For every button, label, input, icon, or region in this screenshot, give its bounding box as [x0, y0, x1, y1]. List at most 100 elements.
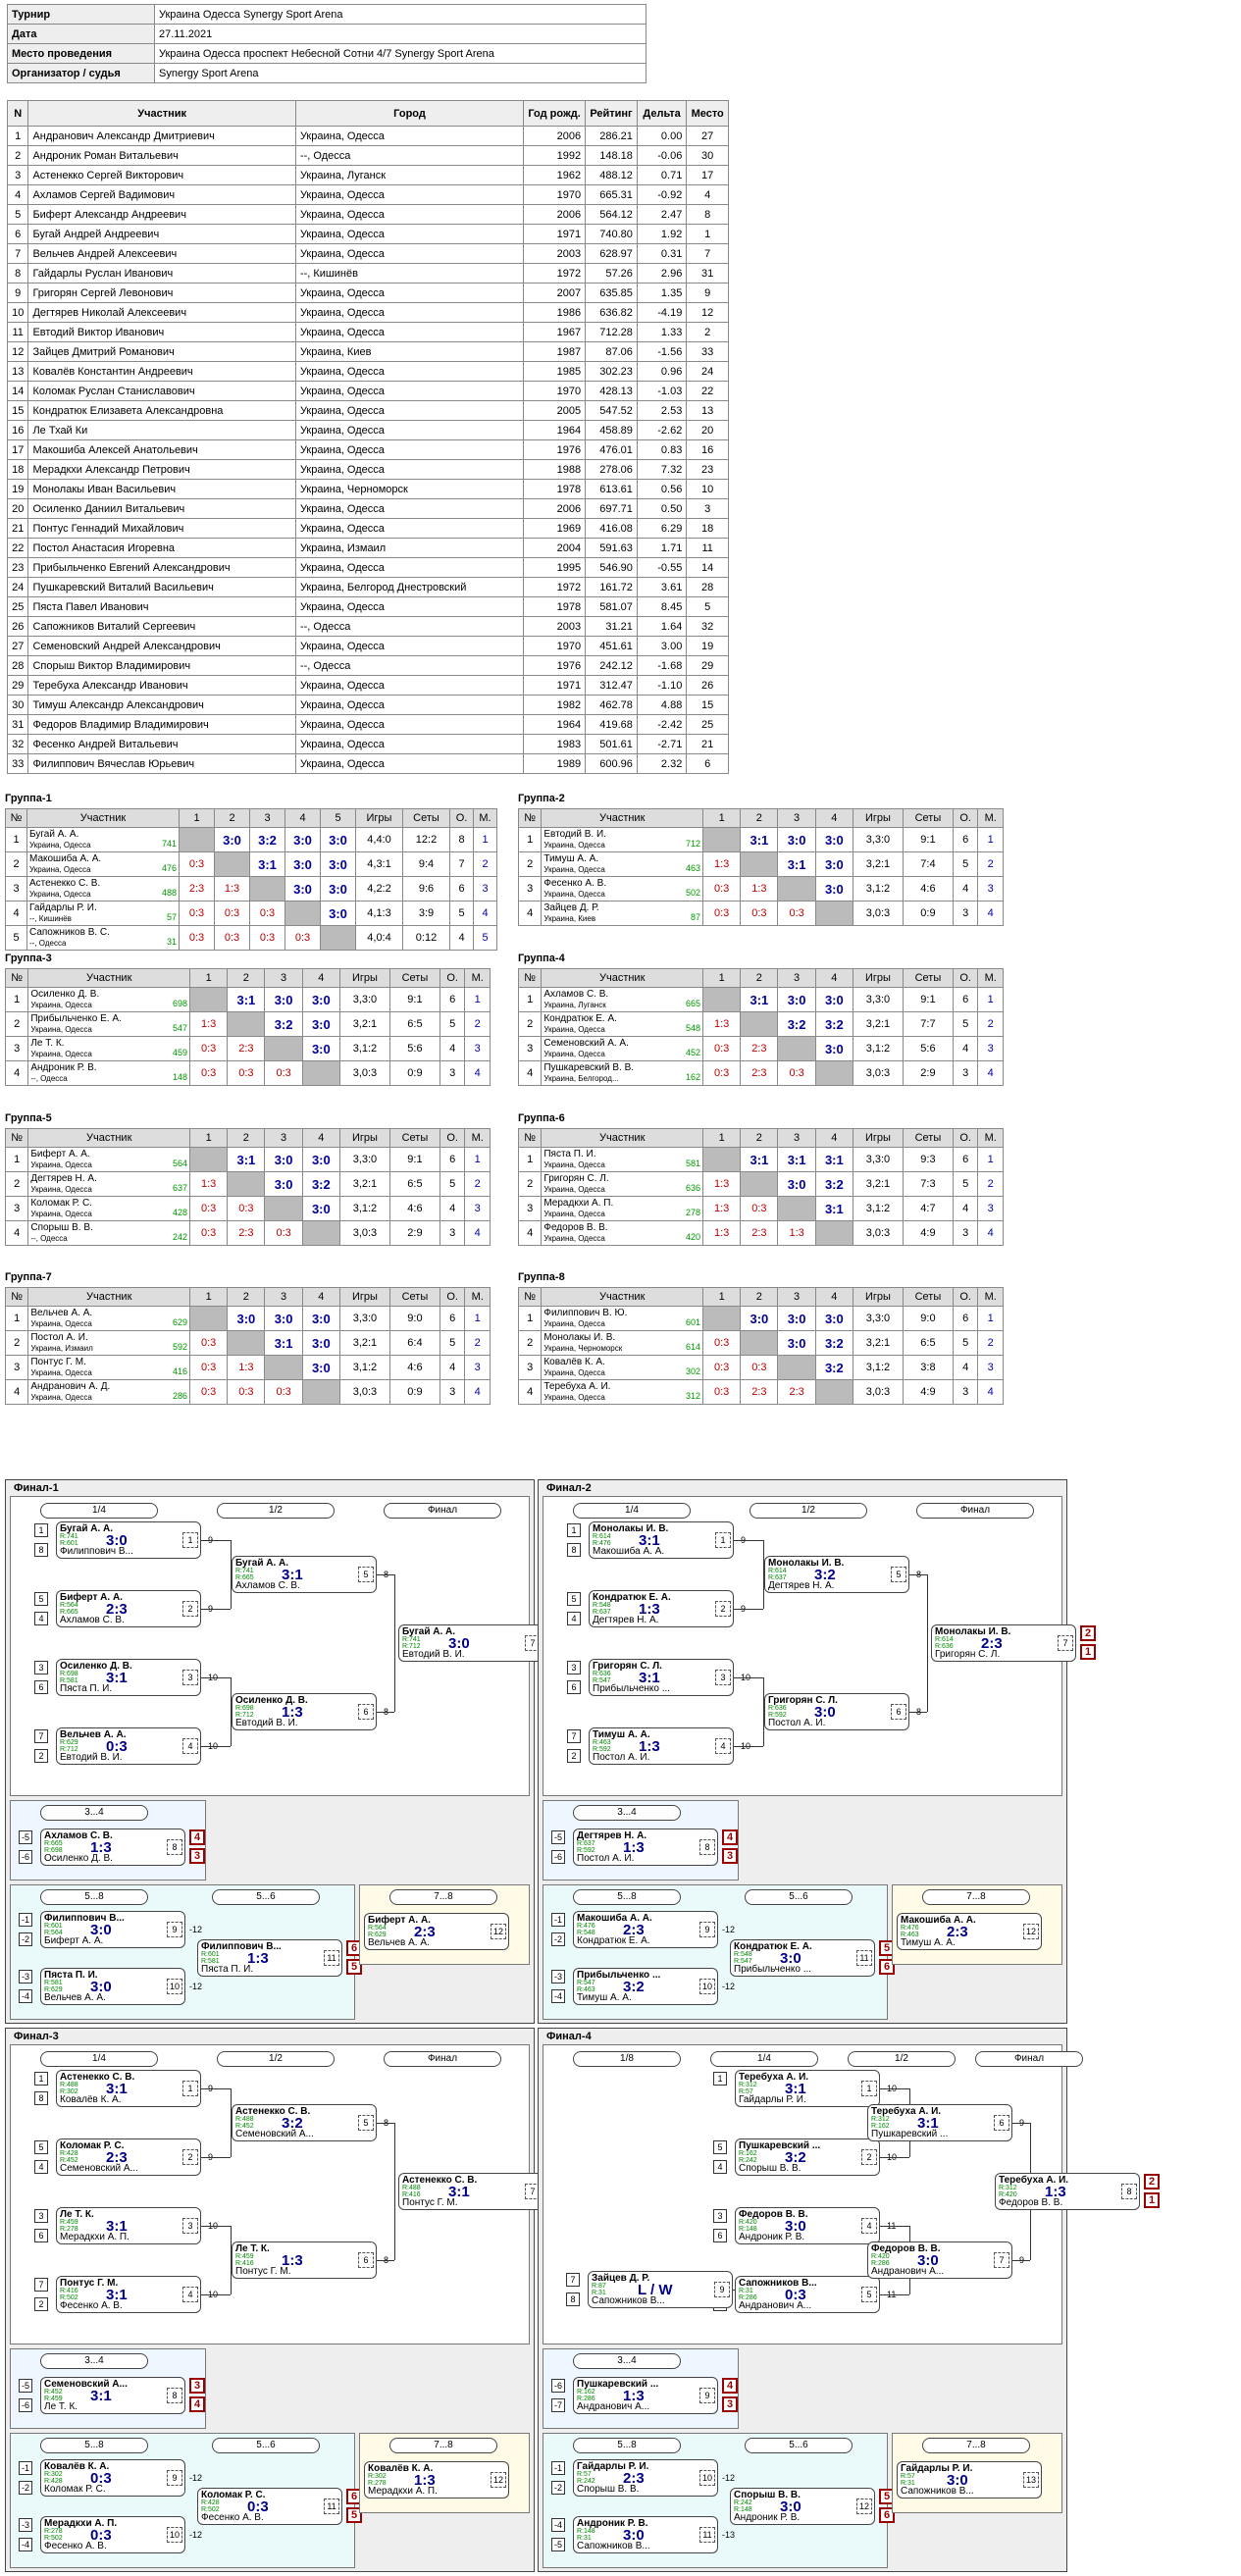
group-cell-self [301, 1220, 340, 1246]
participant-cell: 24 [6, 577, 29, 597]
group-row-number: 3 [517, 1036, 543, 1061]
bracket-match: Прибыльченко ... R:547 R:463 3:2 Тимуш А. А.… [573, 1968, 718, 2005]
participant-cell: -2.42 [636, 714, 688, 735]
group-score-loss: 0:3 [264, 1220, 303, 1246]
group-score-win: 3:0 [301, 1036, 340, 1061]
seed-box: 1 [34, 1523, 48, 1537]
participant-cell: 2003 [523, 616, 587, 637]
group-header-cell: 1 [189, 1128, 229, 1148]
participant-cell: Украина, Одесса [294, 695, 525, 715]
participant-cell: 24 [686, 361, 729, 382]
group-score-win: 3:0 [777, 827, 816, 852]
group-row: 1 Евтодий В. И. Украина, Одесса 712 3:1 3:0 3:… [517, 827, 1004, 852]
participant-cell: 28 [6, 655, 29, 676]
participant-cell: 2.32 [636, 753, 688, 774]
bracket-line [880, 2157, 909, 2158]
group-stat: 0:9 [388, 1060, 440, 1086]
group-stat: 3 [977, 1355, 1004, 1380]
match-rating-1: R:31 [739, 2288, 753, 2294]
player-rating: 463 [685, 863, 701, 873]
participant-row: 14 Коломак Руслан Станиславович Украина, О… [6, 381, 729, 401]
group-score-loss: 0:3 [264, 1060, 303, 1086]
group-header-cell: 3 [264, 968, 303, 988]
group-header-cell: 3 [777, 808, 816, 828]
participant-cell: 636.82 [585, 302, 638, 323]
player-name: Филиппович В. Ю. [543, 1308, 628, 1318]
participant-cell: 9 [686, 283, 729, 303]
group-cell-self [814, 901, 853, 926]
group-row-number: 4 [4, 1220, 29, 1246]
info-value: Synergy Sport Arena [154, 63, 646, 83]
group-table: Группа-7 № Участник 1 2 3 4 Игры Сеты О. М. 1 Вельче… [4, 1271, 491, 1405]
group-stat: 1 [977, 987, 1004, 1012]
participant-cell: Зайцев Дмитрий Романович [27, 341, 296, 362]
group-row: 2 Монолакы И. В. Украина, Черноморск 614 0:3… [517, 1330, 1004, 1356]
bracket-line [201, 2088, 231, 2089]
participant-cell: 1967 [523, 322, 587, 342]
group-header-cell: № [517, 1287, 543, 1307]
participant-cell: 3 [686, 498, 729, 519]
player-city: Украина, Одесса [543, 1185, 605, 1194]
group-score-win: 3:0 [284, 827, 321, 852]
participant-cell: 1 [6, 126, 29, 146]
match-rating-1: R:488 [235, 2116, 254, 2123]
seed-box: -6 [551, 2379, 565, 2393]
group-row: 2 Дегтярев Н. А. Украина, Одесса 637 1:3 3:0 3… [4, 1171, 491, 1197]
participant-cell: 302.23 [585, 361, 638, 382]
round-label: 7...8 [389, 1889, 497, 1905]
seed-box: -7 [551, 2398, 565, 2412]
group-cell-self [264, 1355, 303, 1380]
match-player-2: Федоров В. В. [999, 2197, 1063, 2208]
seed-box: 4 [34, 2160, 48, 2174]
participant-cell: 1.33 [636, 322, 688, 342]
participant-cell: 33 [686, 341, 729, 362]
group-stat: 3,3:0 [338, 987, 390, 1012]
participant-cell: 1983 [523, 734, 587, 754]
bracket-match: Макошиба А. А. R:476 R:548 2:3 Кондратюк Е. … [573, 1911, 718, 1948]
match-player-2: Спорыш В. В. [577, 2484, 640, 2495]
group-stat: 4 [464, 1379, 491, 1405]
group-stat: 3,3:0 [852, 1147, 904, 1172]
player-city: Украина, Одесса [29, 841, 91, 850]
group-cell-self [702, 1147, 742, 1172]
player-city: --, Кишинёв [29, 914, 72, 923]
group-header-cell: О. [439, 1128, 466, 1148]
group-score-win: 3:0 [264, 1306, 303, 1331]
participant-cell: 18 [6, 459, 29, 480]
group-score-win: 3:0 [814, 827, 853, 852]
match-number: 9 [699, 2388, 715, 2403]
match-number: 1 [715, 1532, 731, 1548]
bracket-line [880, 2226, 909, 2227]
group-stat: 4 [977, 1379, 1004, 1405]
participant-cell: Украина, Одесса [294, 126, 525, 146]
group-cell-self [214, 851, 250, 877]
participant-cell: Теребуха Александр Иванович [27, 675, 296, 696]
round-label: Финал [384, 1503, 501, 1519]
group-cell-self [301, 1379, 340, 1405]
group-stat: 9:1 [902, 827, 954, 852]
group-stat: 5 [952, 1011, 979, 1037]
info-value: 27.11.2021 [154, 24, 646, 44]
group-player: Гайдарлы Р. И. --, Кишинёв 57 [26, 901, 180, 926]
participant-cell: Монолакы Иван Васильевич [27, 479, 296, 499]
group-player: Семеновский А. А. Украина, Одесса 452 [541, 1036, 704, 1061]
match-number: 3 [182, 1670, 198, 1685]
group-stat: 4 [977, 1220, 1004, 1246]
group-row-number: 4 [517, 1220, 543, 1246]
group-title: Группа-6 [518, 1112, 565, 1124]
group-stat: 3:8 [902, 1355, 954, 1380]
player-name: Коломак Р. С. [30, 1198, 92, 1209]
group-score-loss: 0:3 [702, 1036, 742, 1061]
participant-cell: Биферт Александр Андреевич [27, 204, 296, 225]
match-number: 7 [1058, 1635, 1073, 1651]
player-city: Украина, Измаил [30, 1344, 93, 1353]
round-label: 1/4 [573, 1503, 691, 1519]
group-row: 2 Григорян С. Л. Украина, Одесса 636 1:3 3:0 3… [517, 1171, 1004, 1197]
player-name: Макошиба А. А. [29, 853, 102, 864]
match-rating-1: R:564 [368, 1925, 387, 1932]
bracket-match: Федоров В. В. R:420 R:286 3:0 Андранович А..… [867, 2241, 1012, 2279]
group-player: Тимуш А. А. Украина, Одесса 463 [541, 851, 704, 877]
participant-cell: 312.47 [585, 675, 638, 696]
group-row-number: 2 [517, 851, 543, 877]
round-label: 5...6 [745, 2438, 853, 2453]
